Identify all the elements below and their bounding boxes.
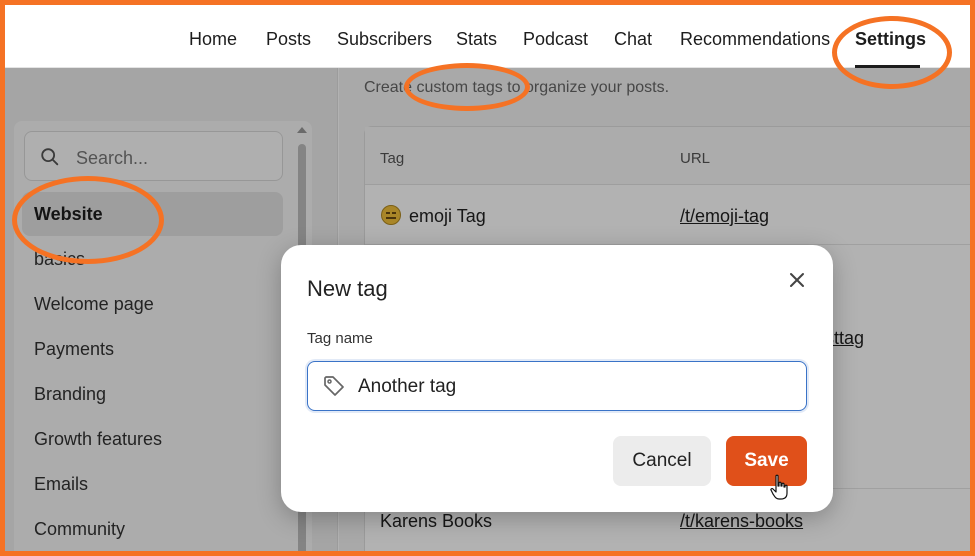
- tag-icon: [324, 376, 344, 396]
- hand-cursor-icon: [770, 474, 788, 500]
- tag-name-label: Tag name: [307, 330, 373, 347]
- nav-chat[interactable]: Chat: [614, 29, 652, 50]
- nav-home[interactable]: Home: [189, 29, 237, 50]
- tag-name-value: Another tag: [358, 376, 457, 397]
- nav-subscribers[interactable]: Subscribers: [337, 29, 432, 50]
- nav-settings[interactable]: Settings: [855, 29, 926, 50]
- nav-podcast[interactable]: Podcast: [523, 29, 588, 50]
- nav-recommendations[interactable]: Recommendations: [680, 29, 830, 50]
- nav-posts[interactable]: Posts: [266, 29, 311, 50]
- dialog-title: New tag: [307, 276, 388, 301]
- cancel-button[interactable]: Cancel: [613, 436, 711, 486]
- nav-stats[interactable]: Stats: [456, 29, 497, 50]
- top-navigation: Home Posts Subscribers Stats Podcast Cha…: [0, 0, 975, 68]
- save-button[interactable]: Save: [726, 436, 807, 486]
- close-icon[interactable]: [785, 268, 809, 292]
